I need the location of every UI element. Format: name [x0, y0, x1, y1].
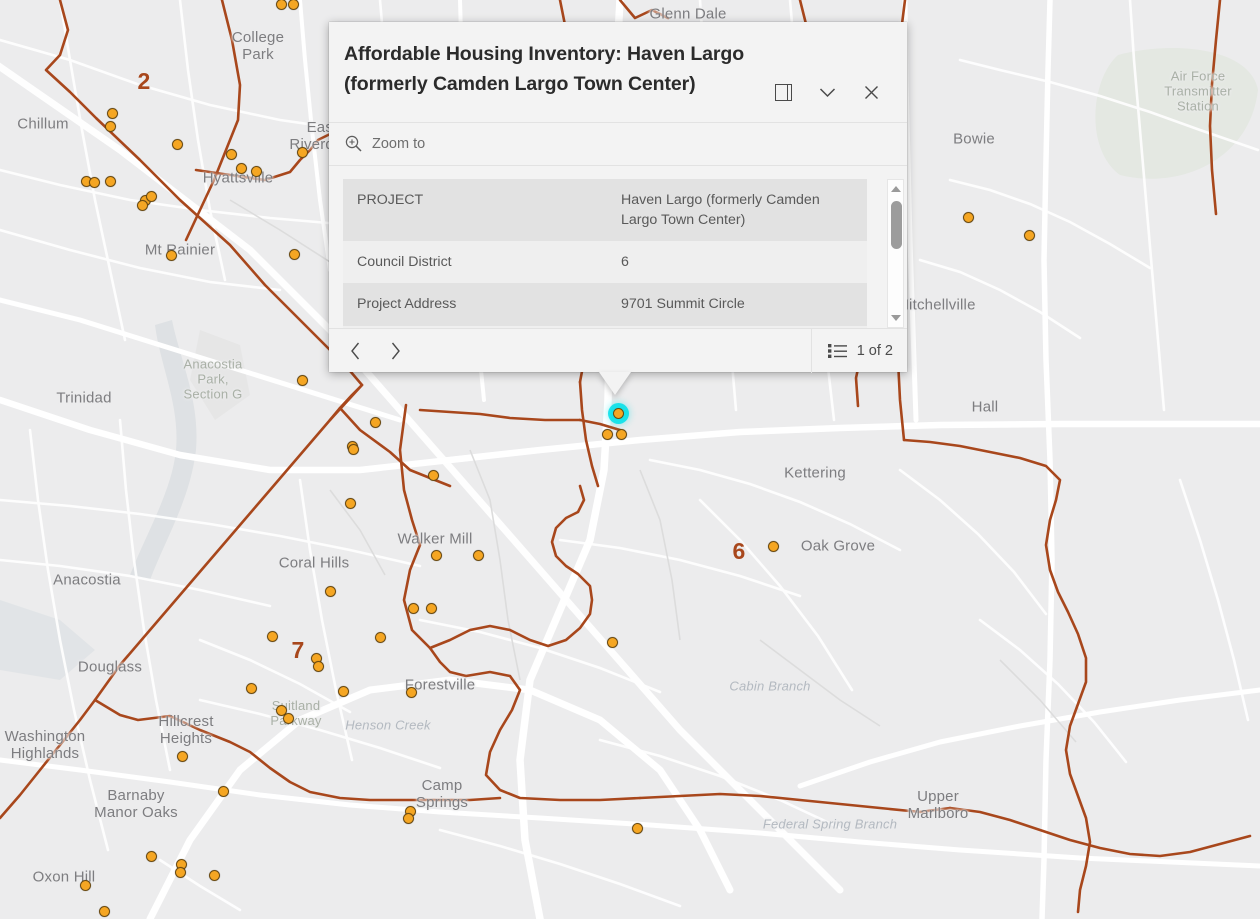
attribute-key: PROJECT: [343, 179, 607, 241]
magnifier-plus-icon: [344, 134, 363, 153]
selected-housing-project-marker[interactable]: [613, 408, 624, 419]
housing-project-marker[interactable]: [370, 417, 381, 428]
attribute-value: L: [607, 326, 867, 328]
popup-header: Affordable Housing Inventory: Haven Larg…: [329, 22, 907, 123]
attribute-value: Haven Largo (formerly Camden Largo Town …: [607, 179, 867, 241]
housing-project-marker[interactable]: [105, 121, 116, 132]
housing-project-marker[interactable]: [246, 683, 257, 694]
housing-project-marker[interactable]: [177, 751, 188, 762]
housing-project-marker[interactable]: [89, 177, 100, 188]
housing-project-marker[interactable]: [172, 139, 183, 150]
attribute-key: Council District: [343, 241, 607, 283]
housing-project-marker[interactable]: [616, 429, 627, 440]
housing-project-marker[interactable]: [209, 870, 220, 881]
housing-project-marker[interactable]: [267, 631, 278, 642]
housing-project-marker[interactable]: [99, 906, 110, 917]
housing-project-marker[interactable]: [406, 687, 417, 698]
housing-project-marker[interactable]: [345, 498, 356, 509]
scroll-up-arrow-icon[interactable]: [888, 181, 903, 197]
zoom-to-button[interactable]: Zoom to: [329, 123, 907, 166]
housing-project-marker[interactable]: [1024, 230, 1035, 241]
close-icon[interactable]: [849, 78, 893, 106]
popup-pointer: [599, 372, 631, 395]
housing-project-marker[interactable]: [146, 191, 157, 202]
housing-project-marker[interactable]: [632, 823, 643, 834]
attribute-row: Council District6: [343, 241, 867, 283]
attribute-table-scrollbar[interactable]: [887, 179, 904, 328]
housing-project-marker[interactable]: [473, 550, 484, 561]
housing-project-marker[interactable]: [288, 0, 299, 10]
housing-project-marker[interactable]: [313, 661, 324, 672]
housing-project-marker[interactable]: [297, 375, 308, 386]
zoom-to-label: Zoom to: [372, 136, 425, 152]
popup-title: Affordable Housing Inventory: Haven Larg…: [344, 40, 761, 99]
housing-project-marker[interactable]: [297, 147, 308, 158]
housing-project-marker[interactable]: [426, 603, 437, 614]
housing-project-marker[interactable]: [428, 470, 439, 481]
feature-popup[interactable]: Affordable Housing Inventory: Haven Larg…: [329, 22, 907, 372]
popup-footer: 1 of 2: [329, 328, 907, 372]
housing-project-marker[interactable]: [105, 176, 116, 187]
housing-project-marker[interactable]: [607, 637, 618, 648]
housing-project-marker[interactable]: [137, 200, 148, 211]
attribute-table: PROJECTHaven Largo (formerly Camden Larg…: [343, 179, 867, 328]
map-canvas[interactable]: Glenn DaleCollege ParkChillumEast Riverd…: [0, 0, 1260, 919]
chevron-right-icon: [390, 342, 401, 360]
housing-project-marker[interactable]: [218, 786, 229, 797]
housing-project-marker[interactable]: [276, 0, 287, 10]
feature-list-icon: [828, 343, 847, 359]
scroll-down-arrow-icon[interactable]: [888, 310, 903, 326]
housing-project-marker[interactable]: [283, 713, 294, 724]
housing-project-marker[interactable]: [408, 603, 419, 614]
attribute-row: CityL: [343, 326, 867, 328]
housing-project-marker[interactable]: [963, 212, 974, 223]
housing-project-marker[interactable]: [375, 632, 386, 643]
housing-project-marker[interactable]: [166, 250, 177, 261]
attribute-row: PROJECTHaven Largo (formerly Camden Larg…: [343, 179, 867, 241]
housing-project-marker[interactable]: [325, 586, 336, 597]
housing-project-marker[interactable]: [768, 541, 779, 552]
housing-project-marker[interactable]: [107, 108, 118, 119]
housing-project-marker[interactable]: [338, 686, 349, 697]
next-feature-button[interactable]: [375, 334, 415, 368]
chevron-down-icon[interactable]: [805, 78, 849, 106]
dock-panel-icon[interactable]: [761, 78, 805, 106]
attribute-value: 6: [607, 241, 867, 283]
attribute-key: City: [343, 326, 607, 328]
attribute-row: Project Address9701 Summit Circle: [343, 283, 867, 325]
housing-project-marker[interactable]: [236, 163, 247, 174]
previous-feature-button[interactable]: [335, 334, 375, 368]
housing-project-marker[interactable]: [226, 149, 237, 160]
feature-counter[interactable]: 1 of 2: [811, 329, 893, 373]
housing-project-marker[interactable]: [348, 444, 359, 455]
scrollbar-thumb[interactable]: [891, 201, 902, 249]
attribute-value: 9701 Summit Circle: [607, 283, 867, 325]
chevron-left-icon: [350, 342, 361, 360]
popup-action-buttons: [761, 40, 893, 106]
housing-project-marker[interactable]: [431, 550, 442, 561]
water-polygons: [0, 320, 197, 680]
housing-project-marker[interactable]: [289, 249, 300, 260]
housing-project-marker[interactable]: [251, 166, 262, 177]
housing-project-marker[interactable]: [146, 851, 157, 862]
housing-project-marker[interactable]: [602, 429, 613, 440]
feature-counter-label: 1 of 2: [857, 343, 893, 359]
housing-project-marker[interactable]: [175, 867, 186, 878]
housing-project-marker[interactable]: [80, 880, 91, 891]
attribute-key: Project Address: [343, 283, 607, 325]
housing-project-marker[interactable]: [403, 813, 414, 824]
attribute-table-container: PROJECTHaven Largo (formerly Camden Larg…: [329, 166, 907, 328]
